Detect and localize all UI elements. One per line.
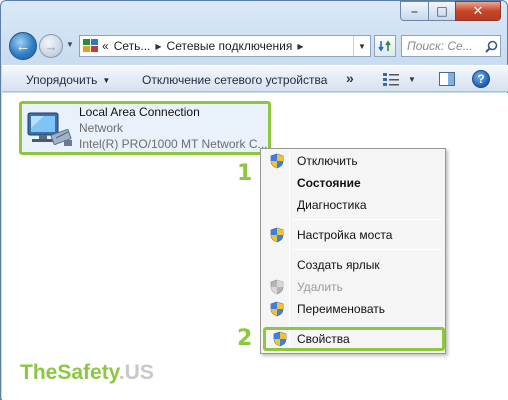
menu-label: Переименовать [297,302,385,316]
menu-item-create-shortcut[interactable]: Создать ярлык [263,255,443,275]
uac-shield-icon [270,153,284,169]
menu-item-diagnose[interactable]: Диагностика [263,195,443,215]
network-adapter-icon [27,112,72,146]
maximize-icon: □ [436,4,448,18]
menu-item-rename[interactable]: Переименовать [263,299,443,319]
organize-label: Упорядочить [26,73,98,87]
refresh-icon [378,40,391,52]
uac-shield-icon [270,279,284,295]
chevron-down-icon: ▼ [408,74,416,84]
menu-item-disable[interactable]: Отключить [263,151,443,171]
menu-label: Удалить [297,280,343,294]
refresh-button[interactable] [374,35,396,57]
recent-pages-dropdown[interactable]: ▼ [66,40,74,49]
change-view-button[interactable]: ▼ [382,71,416,87]
preview-pane-button[interactable] [438,71,456,90]
back-button[interactable]: ← [9,32,37,60]
address-overflow[interactable]: « [102,39,109,53]
watermark-logo: TheSafety.US [20,361,154,385]
context-menu: Отключить Состояние Диагностика Настройк… [260,148,446,354]
search-icon[interactable] [482,40,500,53]
file-list-pane: Local Area Connection Network Intel(R) P… [2,93,508,400]
forward-button[interactable]: → [39,34,63,58]
address-dropdown[interactable]: ▼ [353,36,370,56]
minimize-icon: ⎯ [411,4,418,18]
connection-device: Intel(R) PRO/1000 MT Network C... [79,137,268,151]
explorer-window: ⎯ □ ✕ ← → ▼ « Сеть... ▶ Сетевые подключе… [0,0,508,400]
search-box[interactable]: Поиск: Се... [401,35,501,57]
caption-buttons: ⎯ □ ✕ [400,1,501,21]
navigation-bar: ← → ▼ « Сеть... ▶ Сетевые подключения ▶ … [5,31,505,61]
menu-label: Свойства [297,332,350,346]
local-area-connection-item[interactable]: Local Area Connection Network Intel(R) P… [19,101,271,155]
menu-label: Отключить [297,154,358,168]
menu-item-delete: Удалить [263,277,443,297]
chevron-right-icon[interactable]: ▶ [297,42,303,51]
close-icon: ✕ [472,3,484,19]
disable-device-button[interactable]: Отключение сетевого устройства [142,73,327,87]
more-commands-button[interactable]: » [346,70,354,86]
menu-label: Настройка моста [297,228,393,242]
menu-separator [293,249,441,250]
view-options-icon [383,73,399,86]
preview-pane-icon [439,72,455,86]
step-number-2: 2 [237,326,253,351]
close-button[interactable]: ✕ [455,1,501,21]
menu-label: Создать ярлык [297,258,380,272]
chevron-down-icon: ▼ [102,75,111,85]
watermark-part2: .US [118,361,154,384]
address-bar[interactable]: « Сеть... ▶ Сетевые подключения ▶ ▼ [79,35,371,57]
command-bar: Упорядочить ▼ Отключение сетевого устрой… [2,65,508,92]
help-icon: ? [477,72,485,86]
organize-button[interactable]: Упорядочить ▼ [26,73,110,87]
watermark-part1: TheSafety [20,361,119,384]
menu-item-properties[interactable]: Свойства [263,327,445,351]
uac-shield-icon [273,331,287,347]
disable-device-label: Отключение сетевого устройства [142,73,328,87]
maximize-button[interactable]: □ [428,1,455,21]
help-button[interactable]: ? [472,70,490,88]
menu-separator [293,323,441,324]
menu-separator [293,219,441,220]
minimize-button[interactable]: ⎯ [400,1,428,21]
uac-shield-icon [270,301,284,317]
connection-status: Network [79,121,124,135]
chevron-down-icon: ▼ [358,41,366,51]
breadcrumb-network-connections[interactable]: Сетевые подключения [167,39,293,53]
menu-label: Состояние [297,176,361,190]
menu-item-status[interactable]: Состояние [263,173,443,193]
connection-name: Local Area Connection [79,105,200,119]
menu-label: Диагностика [297,198,367,212]
step-number-1: 1 [237,161,253,186]
menu-item-bridge[interactable]: Настройка моста [263,225,443,245]
breadcrumb-network[interactable]: Сеть... [114,39,151,53]
control-panel-icon [83,39,99,53]
chevron-right-icon[interactable]: ▶ [155,42,161,51]
search-input[interactable]: Поиск: Се... [407,39,482,53]
arrow-right-icon: → [44,38,58,54]
uac-shield-icon [270,227,284,243]
arrow-left-icon: ← [15,37,31,55]
